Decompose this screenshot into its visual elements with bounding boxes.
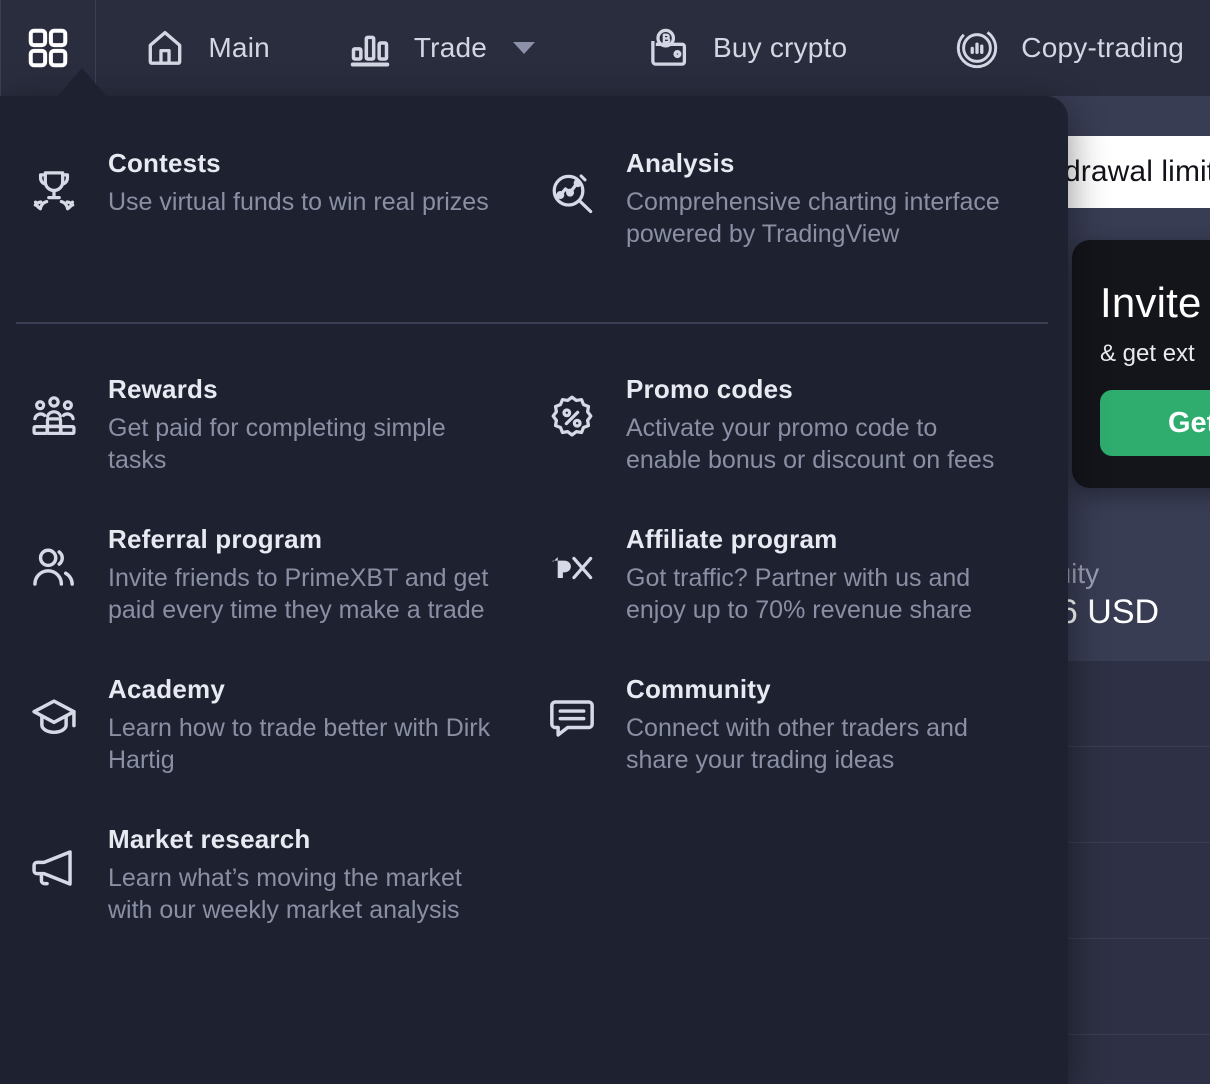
menu-item-description: Comprehensive charting interface powered… [626, 186, 1016, 250]
menu-item-title: Affiliate program [626, 524, 1016, 555]
nav-item-trade-label: Trade [414, 32, 487, 64]
app-root: drawal limit Invite & get ext Get F quit… [0, 0, 1210, 1084]
menu-item-title: Promo codes [626, 374, 1016, 405]
chat-bubble-icon [544, 670, 600, 744]
nav-item-main-label: Main [208, 32, 270, 64]
percent-badge-icon [544, 370, 600, 444]
menu-item-description: Get paid for completing simple tasks [108, 412, 498, 476]
apps-grid-icon [25, 25, 71, 71]
home-icon [144, 27, 186, 69]
two-users-icon [26, 520, 82, 594]
nav-item-buy-crypto[interactable]: Buy crypto [621, 0, 873, 96]
podium-people-icon [26, 370, 82, 444]
menu-item-title: Rewards [108, 374, 498, 405]
menu-item-academy-body: Academy Learn how to trade better with D… [108, 670, 498, 776]
menu-item-referral-program[interactable]: Referral program Invite friends to Prime… [0, 498, 534, 648]
menu-item-description: Learn how to trade better with Dirk Hart… [108, 712, 498, 776]
menu-item-contests[interactable]: Contests Use virtual funds to win real p… [0, 122, 534, 272]
menu-item-title: Community [626, 674, 1016, 705]
menu-group-secondary: Rewards Get paid for completing simple t… [0, 348, 1068, 948]
menu-item-title: Market research [108, 824, 498, 855]
get-reward-button[interactable]: Get F [1100, 390, 1210, 456]
table-row[interactable] [1068, 660, 1210, 746]
px-logo-icon [544, 520, 600, 594]
nav-item-buy-crypto-label: Buy crypto [713, 32, 847, 64]
menu-group-primary: Contests Use virtual funds to win real p… [0, 122, 1068, 272]
menu-item-description: Activate your promo code to enable bonus… [626, 412, 1016, 476]
menu-divider [16, 322, 1048, 324]
get-reward-button-label: Get F [1168, 407, 1210, 440]
copy-trading-icon [955, 26, 999, 70]
menu-item-title: Academy [108, 674, 498, 705]
menu-item-description: Learn what’s moving the market with our … [108, 862, 498, 926]
invite-card-subtitle: & get ext [1100, 340, 1210, 368]
chart-magnifier-icon [544, 144, 600, 218]
wallet-bitcoin-icon [647, 26, 691, 70]
invite-promo-card: Invite & get ext Get F [1072, 240, 1210, 488]
invite-card-title: Invite [1100, 282, 1210, 324]
apps-dropdown-panel: Contests Use virtual funds to win real p… [0, 96, 1068, 1084]
menu-item-analysis[interactable]: Analysis Comprehensive charting interfac… [534, 122, 1068, 272]
dropdown-pointer [56, 68, 108, 98]
nav-item-trade[interactable]: Trade [322, 0, 561, 96]
nav-item-main[interactable]: Main [118, 0, 296, 96]
menu-item-description: Connect with other traders and share you… [626, 712, 1016, 776]
menu-item-community[interactable]: Community Connect with other traders and… [534, 648, 1068, 798]
menu-item-market-research-body: Market research Learn what’s moving the … [108, 820, 498, 926]
menu-item-rewards[interactable]: Rewards Get paid for completing simple t… [0, 348, 534, 498]
menu-item-description: Got traffic? Partner with us and enjoy u… [626, 562, 1016, 626]
menu-item-affiliate-program[interactable]: Affiliate program Got traffic? Partner w… [534, 498, 1068, 648]
nav-item-copy-trading[interactable]: Copy-trading [929, 0, 1210, 96]
menu-item-affiliate-program-body: Affiliate program Got traffic? Partner w… [626, 520, 1016, 626]
menu-item-title: Contests [108, 148, 489, 179]
menu-item-rewards-body: Rewards Get paid for completing simple t… [108, 370, 498, 476]
menu-item-description: Use virtual funds to win real prizes [108, 186, 489, 218]
trophy-icon [26, 144, 82, 218]
top-navigation-bar: Main Trade [0, 0, 1210, 96]
menu-item-academy[interactable]: Academy Learn how to trade better with D… [0, 648, 534, 798]
menu-item-market-research[interactable]: Market research Learn what’s moving the … [0, 798, 534, 948]
table-row[interactable] [1068, 842, 1210, 938]
menu-item-title: Analysis [626, 148, 1016, 179]
bar-chart-icon [348, 26, 392, 70]
menu-item-promo-codes-body: Promo codes Activate your promo code to … [626, 370, 1016, 476]
background-table [1068, 660, 1210, 1084]
megaphone-icon [26, 820, 82, 894]
menu-item-title: Referral program [108, 524, 498, 555]
nav-item-copy-trading-label: Copy-trading [1021, 32, 1184, 64]
table-row[interactable] [1068, 938, 1210, 1034]
menu-item-contests-body: Contests Use virtual funds to win real p… [108, 144, 489, 218]
menu-item-promo-codes[interactable]: Promo codes Activate your promo code to … [534, 348, 1068, 498]
menu-item-analysis-body: Analysis Comprehensive charting interfac… [626, 144, 1016, 250]
menu-item-referral-program-body: Referral program Invite friends to Prime… [108, 520, 498, 626]
menu-item-community-body: Community Connect with other traders and… [626, 670, 1016, 776]
chevron-down-icon[interactable] [513, 42, 535, 54]
table-row[interactable] [1068, 1034, 1210, 1084]
menu-item-description: Invite friends to PrimeXBT and get paid … [108, 562, 498, 626]
table-row[interactable] [1068, 746, 1210, 842]
graduation-cap-icon [26, 670, 82, 744]
